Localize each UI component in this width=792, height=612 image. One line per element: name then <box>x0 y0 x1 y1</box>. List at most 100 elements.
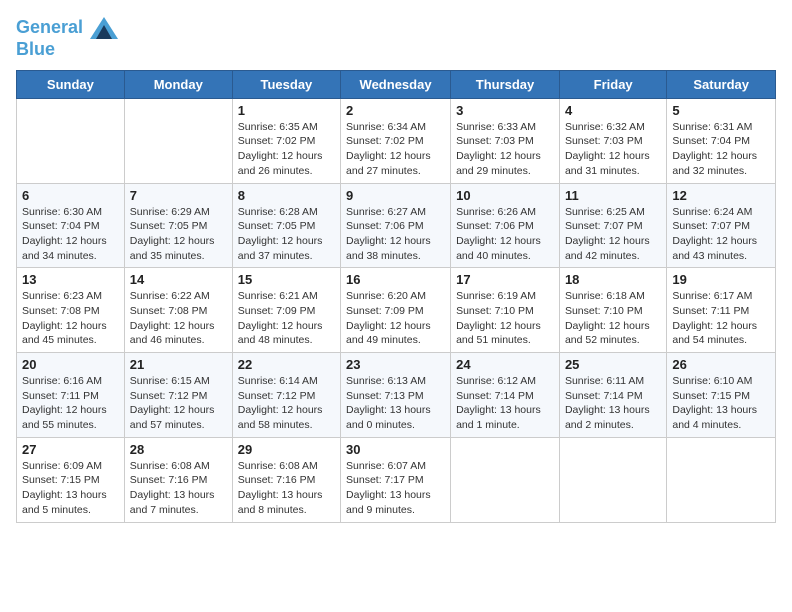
logo-text2: Blue <box>16 40 118 60</box>
day-number: 6 <box>22 188 119 203</box>
calendar-day-cell <box>17 98 125 183</box>
calendar-day-cell: 6 Sunrise: 6:30 AM Sunset: 7:04 PM Daylig… <box>17 183 125 268</box>
day-number: 29 <box>238 442 335 457</box>
day-number: 27 <box>22 442 119 457</box>
calendar-table: SundayMondayTuesdayWednesdayThursdayFrid… <box>16 70 776 523</box>
calendar-day-cell: 1 Sunrise: 6:35 AM Sunset: 7:02 PM Daylig… <box>232 98 340 183</box>
calendar-week-row: 20Sunrise: 6:16 AM Sunset: 7:11 PM Dayli… <box>17 353 776 438</box>
calendar-day-cell: 5Sunrise: 6:31 AM Sunset: 7:04 PM Daylig… <box>667 98 776 183</box>
calendar-day-cell: 17 Sunrise: 6:19 AM Sunset: 7:10 PM Dayli… <box>451 268 560 353</box>
day-number: 14 <box>130 272 227 287</box>
day-info: Sunrise: 6:11 AM Sunset: 7:14 PM Dayligh… <box>565 374 661 433</box>
day-info: Sunrise: 6:10 AM Sunset: 7:15 PM Dayligh… <box>672 374 770 433</box>
calendar-day-cell: 16 Sunrise: 6:20 AM Sunset: 7:09 PM Dayli… <box>341 268 451 353</box>
day-number: 13 <box>22 272 119 287</box>
calendar-day-cell: 21Sunrise: 6:15 AM Sunset: 7:12 PM Dayli… <box>124 353 232 438</box>
calendar-week-row: 27 Sunrise: 6:09 AM Sunset: 7:15 PM Dayli… <box>17 437 776 522</box>
calendar-day-cell <box>451 437 560 522</box>
day-info: Sunrise: 6:16 AM Sunset: 7:11 PM Dayligh… <box>22 374 119 433</box>
calendar-day-cell: 7 Sunrise: 6:29 AM Sunset: 7:05 PM Daylig… <box>124 183 232 268</box>
calendar-day-cell: 25 Sunrise: 6:11 AM Sunset: 7:14 PM Dayli… <box>559 353 666 438</box>
day-number: 10 <box>456 188 554 203</box>
calendar-day-cell: 15Sunrise: 6:21 AM Sunset: 7:09 PM Dayli… <box>232 268 340 353</box>
day-number: 25 <box>565 357 661 372</box>
calendar-day-cell <box>559 437 666 522</box>
day-number: 12 <box>672 188 770 203</box>
day-info: Sunrise: 6:17 AM Sunset: 7:11 PM Dayligh… <box>672 289 770 348</box>
day-info: Sunrise: 6:23 AM Sunset: 7:08 PM Dayligh… <box>22 289 119 348</box>
day-number: 26 <box>672 357 770 372</box>
day-info: Sunrise: 6:29 AM Sunset: 7:05 PM Dayligh… <box>130 205 227 264</box>
calendar-week-row: 13 Sunrise: 6:23 AM Sunset: 7:08 PM Dayli… <box>17 268 776 353</box>
calendar-day-cell: 8 Sunrise: 6:28 AM Sunset: 7:05 PM Daylig… <box>232 183 340 268</box>
day-number: 24 <box>456 357 554 372</box>
day-info: Sunrise: 6:24 AM Sunset: 7:07 PM Dayligh… <box>672 205 770 264</box>
calendar-day-cell: 30 Sunrise: 6:07 AM Sunset: 7:17 PM Dayli… <box>341 437 451 522</box>
day-info: Sunrise: 6:34 AM Sunset: 7:02 PM Dayligh… <box>346 120 445 179</box>
weekday-header-cell: Friday <box>559 70 666 98</box>
weekday-header-cell: Wednesday <box>341 70 451 98</box>
calendar-day-cell <box>124 98 232 183</box>
weekday-header-cell: Sunday <box>17 70 125 98</box>
day-info: Sunrise: 6:08 AM Sunset: 7:16 PM Dayligh… <box>130 459 227 518</box>
day-number: 8 <box>238 188 335 203</box>
day-info: Sunrise: 6:32 AM Sunset: 7:03 PM Dayligh… <box>565 120 661 179</box>
day-info: Sunrise: 6:28 AM Sunset: 7:05 PM Dayligh… <box>238 205 335 264</box>
calendar-day-cell: 22 Sunrise: 6:14 AM Sunset: 7:12 PM Dayli… <box>232 353 340 438</box>
calendar-day-cell: 29 Sunrise: 6:08 AM Sunset: 7:16 PM Dayli… <box>232 437 340 522</box>
day-info: Sunrise: 6:09 AM Sunset: 7:15 PM Dayligh… <box>22 459 119 518</box>
day-info: Sunrise: 6:25 AM Sunset: 7:07 PM Dayligh… <box>565 205 661 264</box>
weekday-header-cell: Thursday <box>451 70 560 98</box>
day-number: 16 <box>346 272 445 287</box>
calendar-day-cell: 13 Sunrise: 6:23 AM Sunset: 7:08 PM Dayli… <box>17 268 125 353</box>
calendar-day-cell: 19 Sunrise: 6:17 AM Sunset: 7:11 PM Dayli… <box>667 268 776 353</box>
day-info: Sunrise: 6:27 AM Sunset: 7:06 PM Dayligh… <box>346 205 445 264</box>
day-info: Sunrise: 6:30 AM Sunset: 7:04 PM Dayligh… <box>22 205 119 264</box>
day-number: 23 <box>346 357 445 372</box>
day-info: Sunrise: 6:21 AM Sunset: 7:09 PM Dayligh… <box>238 289 335 348</box>
day-info: Sunrise: 6:22 AM Sunset: 7:08 PM Dayligh… <box>130 289 227 348</box>
day-number: 18 <box>565 272 661 287</box>
logo-text: General <box>16 16 118 40</box>
day-number: 9 <box>346 188 445 203</box>
day-info: Sunrise: 6:33 AM Sunset: 7:03 PM Dayligh… <box>456 120 554 179</box>
weekday-header-cell: Saturday <box>667 70 776 98</box>
calendar-day-cell: 26 Sunrise: 6:10 AM Sunset: 7:15 PM Dayli… <box>667 353 776 438</box>
day-info: Sunrise: 6:15 AM Sunset: 7:12 PM Dayligh… <box>130 374 227 433</box>
day-number: 30 <box>346 442 445 457</box>
day-number: 3 <box>456 103 554 118</box>
calendar-day-cell: 18Sunrise: 6:18 AM Sunset: 7:10 PM Dayli… <box>559 268 666 353</box>
day-info: Sunrise: 6:08 AM Sunset: 7:16 PM Dayligh… <box>238 459 335 518</box>
calendar-week-row: 6 Sunrise: 6:30 AM Sunset: 7:04 PM Daylig… <box>17 183 776 268</box>
calendar-day-cell <box>667 437 776 522</box>
day-info: Sunrise: 6:20 AM Sunset: 7:09 PM Dayligh… <box>346 289 445 348</box>
day-number: 7 <box>130 188 227 203</box>
calendar-day-cell: 27 Sunrise: 6:09 AM Sunset: 7:15 PM Dayli… <box>17 437 125 522</box>
calendar-day-cell: 11 Sunrise: 6:25 AM Sunset: 7:07 PM Dayli… <box>559 183 666 268</box>
day-number: 22 <box>238 357 335 372</box>
calendar-day-cell: 9 Sunrise: 6:27 AM Sunset: 7:06 PM Daylig… <box>341 183 451 268</box>
calendar-week-row: 1 Sunrise: 6:35 AM Sunset: 7:02 PM Daylig… <box>17 98 776 183</box>
day-info: Sunrise: 6:13 AM Sunset: 7:13 PM Dayligh… <box>346 374 445 433</box>
day-number: 5 <box>672 103 770 118</box>
day-info: Sunrise: 6:19 AM Sunset: 7:10 PM Dayligh… <box>456 289 554 348</box>
calendar-day-cell: 12 Sunrise: 6:24 AM Sunset: 7:07 PM Dayli… <box>667 183 776 268</box>
day-number: 4 <box>565 103 661 118</box>
calendar-day-cell: 14 Sunrise: 6:22 AM Sunset: 7:08 PM Dayli… <box>124 268 232 353</box>
calendar-day-cell: 28Sunrise: 6:08 AM Sunset: 7:16 PM Dayli… <box>124 437 232 522</box>
day-info: Sunrise: 6:07 AM Sunset: 7:17 PM Dayligh… <box>346 459 445 518</box>
weekday-header-cell: Monday <box>124 70 232 98</box>
day-info: Sunrise: 6:14 AM Sunset: 7:12 PM Dayligh… <box>238 374 335 433</box>
day-number: 1 <box>238 103 335 118</box>
day-info: Sunrise: 6:26 AM Sunset: 7:06 PM Dayligh… <box>456 205 554 264</box>
logo: General Blue <box>16 16 118 60</box>
weekday-header-row: SundayMondayTuesdayWednesdayThursdayFrid… <box>17 70 776 98</box>
day-number: 19 <box>672 272 770 287</box>
day-info: Sunrise: 6:12 AM Sunset: 7:14 PM Dayligh… <box>456 374 554 433</box>
calendar-day-cell: 23 Sunrise: 6:13 AM Sunset: 7:13 PM Dayli… <box>341 353 451 438</box>
calendar-day-cell: 3 Sunrise: 6:33 AM Sunset: 7:03 PM Daylig… <box>451 98 560 183</box>
day-info: Sunrise: 6:35 AM Sunset: 7:02 PM Dayligh… <box>238 120 335 179</box>
calendar-day-cell: 20Sunrise: 6:16 AM Sunset: 7:11 PM Dayli… <box>17 353 125 438</box>
day-number: 17 <box>456 272 554 287</box>
day-number: 11 <box>565 188 661 203</box>
